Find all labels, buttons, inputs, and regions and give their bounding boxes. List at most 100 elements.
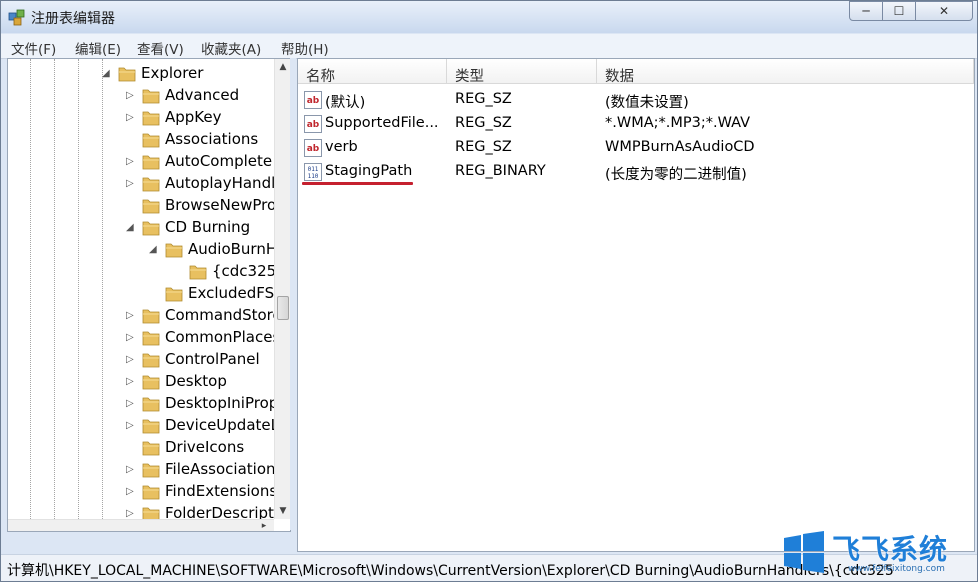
folder-icon bbox=[142, 155, 160, 170]
tree-expander-icon[interactable]: ▷ bbox=[126, 111, 138, 125]
watermark: 飞飞系统 www.feifeixitong.com bbox=[782, 526, 978, 582]
scroll-up-arrow-icon[interactable]: ▲ bbox=[275, 59, 290, 75]
value-data: *.WMA;*.MP3;*.WAV bbox=[605, 115, 751, 131]
tree-expander-icon[interactable]: ◢ bbox=[149, 243, 161, 257]
value-data: (数值未设置) bbox=[605, 95, 689, 111]
value-type: REG_SZ bbox=[455, 139, 512, 155]
window-title: 注册表编辑器 bbox=[31, 11, 115, 27]
string-value-icon: ab bbox=[304, 115, 322, 133]
value-data: WMPBurnAsAudioCD bbox=[605, 139, 755, 155]
folder-icon bbox=[165, 287, 183, 302]
folder-icon bbox=[142, 177, 160, 192]
tree-expander-icon[interactable]: ▷ bbox=[126, 463, 138, 477]
regedit-app-icon bbox=[8, 9, 25, 26]
menu-view[interactable]: 查看(V) bbox=[137, 38, 184, 58]
scroll-right-arrow-icon[interactable]: ▸ bbox=[256, 518, 272, 531]
value-type: REG_SZ bbox=[455, 115, 512, 131]
value-row[interactable]: ab (默认) REG_SZ (数值未设置) bbox=[298, 88, 974, 112]
folder-icon bbox=[118, 67, 136, 82]
menu-help[interactable]: 帮助(H) bbox=[281, 38, 329, 58]
scroll-thumb[interactable] bbox=[277, 296, 289, 320]
minimize-button[interactable]: ─ bbox=[849, 1, 883, 21]
svg-text:011: 011 bbox=[308, 166, 319, 173]
value-row[interactable]: ab SupportedFile... REG_SZ *.WMA;*.MP3;*.WA… bbox=[298, 112, 974, 136]
tree-node-label: FindExtensions bbox=[165, 482, 274, 500]
tree-expander-icon[interactable] bbox=[126, 441, 138, 455]
svg-text:ab: ab bbox=[307, 96, 320, 106]
tree-expander-icon[interactable]: ▷ bbox=[126, 507, 138, 519]
registry-editor-window: 注册表编辑器 ─ ☐ ✕ 文件(F) 编辑(E) 查看(V) 收藏夹(A) 帮助… bbox=[0, 0, 978, 582]
value-type: REG_SZ bbox=[455, 91, 512, 107]
string-value-icon: ab bbox=[304, 91, 322, 109]
tree-node-label: {cdc3257 bbox=[212, 262, 274, 280]
scroll-down-arrow-icon[interactable]: ▼ bbox=[275, 503, 290, 519]
tree-node-label: CommonPlaces bbox=[165, 328, 274, 346]
title-bar[interactable]: 注册表编辑器 ─ ☐ ✕ bbox=[1, 1, 977, 33]
tree-guide-line bbox=[78, 59, 79, 519]
tree-node-label: FileAssociation bbox=[165, 460, 274, 478]
folder-icon bbox=[142, 221, 160, 236]
folder-icon bbox=[189, 265, 207, 280]
tree-node-label: Desktop bbox=[165, 372, 227, 390]
maximize-button[interactable]: ☐ bbox=[882, 1, 916, 21]
column-header-data[interactable]: 数据 bbox=[597, 59, 974, 85]
tree-expander-icon[interactable]: ◢ bbox=[102, 67, 114, 81]
tree-expander-icon[interactable]: ▷ bbox=[126, 331, 138, 345]
tree-node-label: ExcludedFS bbox=[188, 284, 274, 302]
tree-node-label: DriveIcons bbox=[165, 438, 245, 456]
tree-expander-icon[interactable] bbox=[126, 199, 138, 213]
staging-path-highlight-underline bbox=[302, 182, 413, 185]
tree-expander-icon[interactable]: ▷ bbox=[126, 419, 138, 433]
menu-bar: 文件(F) 编辑(E) 查看(V) 收藏夹(A) 帮助(H) bbox=[1, 34, 977, 59]
tree-expander-icon[interactable]: ◢ bbox=[126, 221, 138, 235]
tree-node-label: Explorer bbox=[141, 64, 204, 82]
watermark-url: www.feifeixitong.com bbox=[848, 564, 945, 574]
tree-expander-icon[interactable] bbox=[173, 265, 185, 279]
menu-favorites[interactable]: 收藏夹(A) bbox=[201, 38, 261, 58]
tree-expander-icon[interactable]: ▷ bbox=[126, 89, 138, 103]
tree-node-label: CD Burning bbox=[165, 218, 251, 236]
folder-icon bbox=[142, 485, 160, 500]
tree-node-label: Associations bbox=[165, 130, 259, 148]
svg-text:ab: ab bbox=[307, 120, 320, 130]
column-header-name[interactable]: 名称 bbox=[298, 59, 447, 85]
key-tree-pane[interactable]: ◢ Explorer ▷ Advanced ▷ AppKey Associations ▷ Au… bbox=[7, 58, 291, 532]
value-list-pane[interactable]: 名称 类型 数据 ab (默认) REG_SZ (数值未设置) ab SupportedF… bbox=[297, 58, 975, 552]
tree-node-label: AppKey bbox=[165, 108, 222, 126]
folder-icon bbox=[142, 419, 160, 434]
tree-expander-icon[interactable] bbox=[149, 287, 161, 301]
tree-expander-icon[interactable]: ▷ bbox=[126, 485, 138, 499]
tree-expander-icon[interactable]: ▷ bbox=[126, 177, 138, 191]
tree-expander-icon[interactable]: ▷ bbox=[126, 309, 138, 323]
value-name: SupportedFile... bbox=[325, 115, 439, 131]
tree-vertical-scrollbar[interactable]: ▲ ▼ bbox=[274, 59, 290, 519]
tree-node-label: BrowseNewPro bbox=[165, 196, 274, 214]
close-button[interactable]: ✕ bbox=[915, 1, 973, 21]
value-name: verb bbox=[325, 139, 358, 155]
pane-splitter[interactable] bbox=[290, 58, 296, 530]
tree-expander-icon[interactable]: ▷ bbox=[126, 397, 138, 411]
windows-logo-icon bbox=[784, 531, 824, 573]
tree-expander-icon[interactable]: ▷ bbox=[126, 353, 138, 367]
tree-expander-icon[interactable]: ▷ bbox=[126, 155, 138, 169]
string-value-icon: ab bbox=[304, 139, 322, 157]
menu-file[interactable]: 文件(F) bbox=[11, 38, 56, 58]
value-row[interactable]: ab verb REG_SZ WMPBurnAsAudioCD bbox=[298, 136, 974, 160]
tree-node-label: FolderDescript bbox=[165, 504, 274, 519]
tree-node-label: AutoplayHandl bbox=[165, 174, 274, 192]
binary-value-icon: 011110 bbox=[304, 163, 322, 181]
tree-expander-icon[interactable] bbox=[126, 133, 138, 147]
tree-guide-line bbox=[102, 59, 103, 519]
tree-node-label: ControlPanel bbox=[165, 350, 260, 368]
watermark-text: 飞飞系统 bbox=[832, 533, 949, 566]
column-header-type[interactable]: 类型 bbox=[447, 59, 597, 85]
tree-horizontal-scrollbar[interactable]: ▸ bbox=[8, 518, 274, 531]
folder-icon bbox=[165, 243, 183, 258]
value-row[interactable]: 011 110 StagingPath REG_BINARY (长度为零的二进制值) bbox=[298, 160, 974, 184]
svg-text:ab: ab bbox=[307, 144, 320, 154]
tree-node-label: CommandStore bbox=[165, 306, 274, 324]
folder-icon bbox=[142, 353, 160, 368]
menu-edit[interactable]: 编辑(E) bbox=[75, 38, 121, 58]
tree-expander-icon[interactable]: ▷ bbox=[126, 375, 138, 389]
folder-icon bbox=[142, 375, 160, 390]
